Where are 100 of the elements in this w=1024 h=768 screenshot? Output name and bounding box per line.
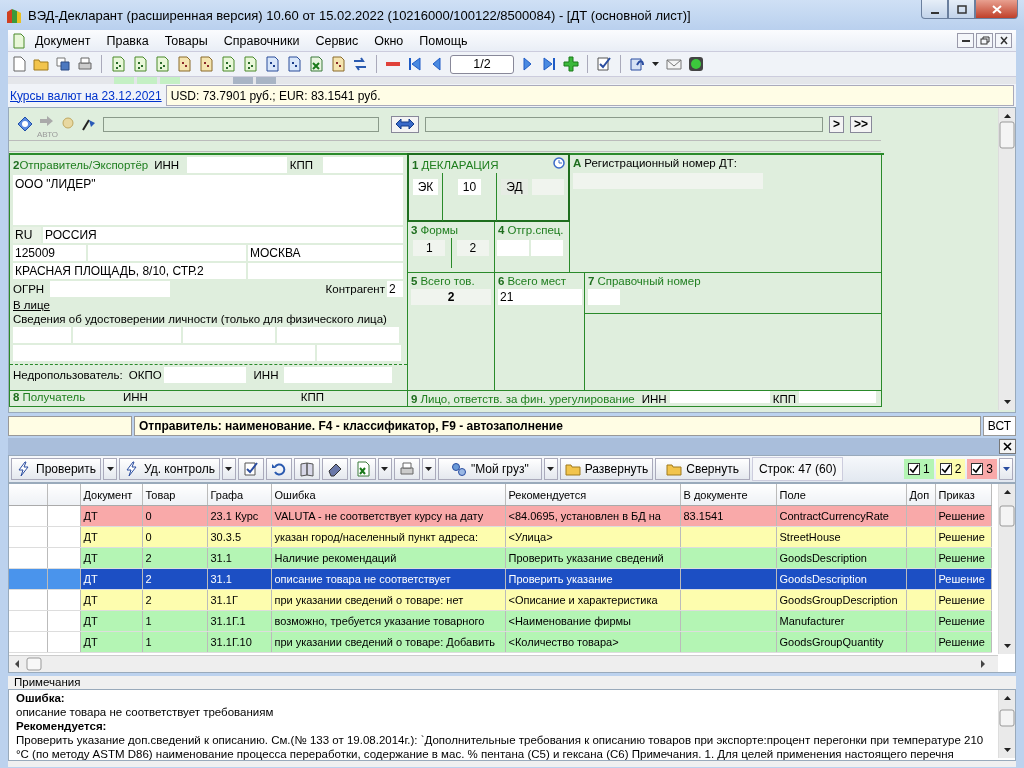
form-button[interactable] (131, 55, 149, 73)
input-field[interactable] (163, 367, 246, 383)
table-row[interactable]: ДТ 0 23.1 Курс VALUTA - не соответствует курсу на дату <84.0695, установлен в БД на 83.1541 ContractCurrencyRate Решение (9, 505, 991, 527)
dropdown-button[interactable] (103, 458, 117, 480)
expand-button[interactable]: Развернуть (559, 458, 654, 480)
table-row[interactable]: ДТ 1 31.1Г.1 возможно, требуется указание товарного <Наименование фирмы Manufacturer Решение (9, 610, 991, 632)
dropdown-button[interactable] (221, 458, 236, 480)
dropdown-button[interactable] (377, 458, 392, 480)
input-field[interactable] (317, 345, 401, 361)
input-field[interactable]: МОСКВА (248, 245, 403, 261)
form-button[interactable] (241, 55, 259, 73)
input-field[interactable] (531, 240, 563, 256)
form-button[interactable] (285, 55, 303, 73)
check-button[interactable] (595, 55, 613, 73)
book-button[interactable] (293, 458, 320, 480)
form-button[interactable] (109, 55, 127, 73)
form-button[interactable] (219, 55, 237, 73)
input-field[interactable]: РОССИЯ (43, 227, 403, 243)
input-field[interactable] (88, 245, 246, 261)
close-button[interactable] (999, 439, 1016, 454)
next-button[interactable]: > (829, 115, 844, 133)
close-button[interactable] (995, 33, 1012, 48)
column-header[interactable]: Поле (776, 484, 906, 506)
undo-button[interactable] (265, 458, 292, 480)
table-row[interactable]: ДТ 2 31.1Г при указании сведений о товаре: нет <Описание и характеристика GoodsGroupDescription Решение (9, 589, 991, 611)
input-field[interactable] (183, 327, 275, 343)
input-field[interactable] (103, 116, 379, 132)
input-field[interactable]: 2 (387, 281, 403, 297)
maximize-button[interactable] (948, 0, 975, 19)
column-header[interactable]: Доп (906, 484, 935, 506)
dropdown-button[interactable] (650, 60, 661, 68)
table-row[interactable]: ДТ 2 31.1 описание товара не соответствует Проверить указание GoodsDescription Решение (9, 568, 991, 590)
my-cargo-button[interactable]: "Мой груз" (437, 458, 542, 480)
input-field[interactable] (248, 263, 403, 279)
vertical-scrollbar[interactable] (998, 108, 1015, 410)
form-button[interactable] (197, 55, 215, 73)
menu-item[interactable]: Окно (367, 31, 411, 50)
input-field[interactable] (277, 327, 399, 343)
dropdown-button[interactable] (543, 458, 558, 480)
input-field[interactable] (73, 327, 181, 343)
swap-button[interactable] (391, 115, 419, 133)
input-field[interactable]: 2 (456, 240, 489, 256)
vertical-scrollbar[interactable] (998, 690, 1015, 758)
table-row[interactable]: ДТ 1 31.1Г.10 при указании сведений о товаре: Добавить <Количество товара> GoodsGroupQuantity Решение (9, 631, 991, 653)
form-button[interactable] (307, 55, 325, 73)
column-header[interactable]: Рекомендуется (505, 484, 680, 506)
input-field[interactable]: 10 (457, 179, 482, 195)
input-field[interactable]: КРАСНАЯ ПЛОЩАДЬ, 8/10, СТР.2 (13, 263, 246, 279)
column-header[interactable]: Ошибка (271, 484, 505, 506)
form-button[interactable] (329, 55, 347, 73)
eraser-button[interactable] (321, 458, 348, 480)
export-button[interactable] (628, 55, 646, 73)
input-field[interactable] (669, 391, 770, 403)
save-button[interactable] (54, 55, 72, 73)
minimize-button[interactable] (921, 0, 948, 19)
input-field[interactable] (425, 116, 823, 132)
input-field[interactable]: 21 (498, 289, 582, 305)
new-button[interactable] (10, 55, 28, 73)
horizontal-scrollbar[interactable] (9, 655, 998, 672)
collapse-button[interactable]: Свернуть (655, 458, 750, 480)
menu-item[interactable]: Товары (157, 31, 215, 50)
rates-link[interactable]: Курсы валют на 23.12.2021 (10, 88, 162, 103)
column-header[interactable]: Товар (142, 484, 207, 506)
column-header[interactable]: Приказ (935, 484, 991, 506)
input-field[interactable] (13, 345, 315, 361)
menu-item[interactable]: Справочники (216, 31, 307, 50)
table-row[interactable]: ДТ 2 31.1 Наличие рекомендаций Проверить указание сведений GoodsDescription Решение (9, 547, 991, 569)
page-field[interactable]: 1/2 (450, 54, 514, 74)
input-field[interactable] (13, 327, 71, 343)
checkbox[interactable] (907, 463, 920, 475)
input-field[interactable]: 2 (411, 289, 491, 305)
add-button[interactable] (562, 55, 580, 73)
filter-toggle[interactable]: 1 (903, 459, 934, 479)
form-button[interactable] (263, 55, 281, 73)
info-button[interactable] (17, 116, 33, 132)
column-header[interactable]: Документ (80, 484, 142, 506)
first-button[interactable] (406, 55, 424, 73)
dropdown-button[interactable] (999, 458, 1013, 480)
form-button[interactable] (153, 55, 171, 73)
checkbox[interactable] (939, 463, 952, 475)
column-header[interactable]: В документе (680, 484, 776, 506)
input-field[interactable]: 1 (413, 240, 446, 256)
menu-item[interactable]: Помощь (412, 31, 475, 50)
input-field[interactable] (187, 157, 288, 173)
vertical-scrollbar[interactable] (998, 484, 1015, 654)
control-button[interactable]: Уд. контроль (119, 458, 220, 480)
input-field[interactable]: ЭК (412, 179, 439, 195)
filter-toggle[interactable]: 3 (967, 459, 997, 479)
input-field[interactable]: ООО "ЛИДЕР" (13, 175, 403, 225)
excel-button[interactable] (349, 458, 376, 480)
input-field[interactable] (798, 391, 876, 403)
restore-button[interactable] (976, 33, 993, 48)
dropdown-button[interactable] (421, 458, 436, 480)
filter-toggle[interactable]: 2 (935, 459, 966, 479)
print-button[interactable] (76, 55, 94, 73)
column-header[interactable]: Графа (207, 484, 271, 506)
form-button[interactable] (175, 55, 193, 73)
sync-button[interactable] (351, 55, 369, 73)
input-field[interactable]: ЭД (501, 179, 528, 195)
input-field[interactable] (588, 289, 620, 305)
